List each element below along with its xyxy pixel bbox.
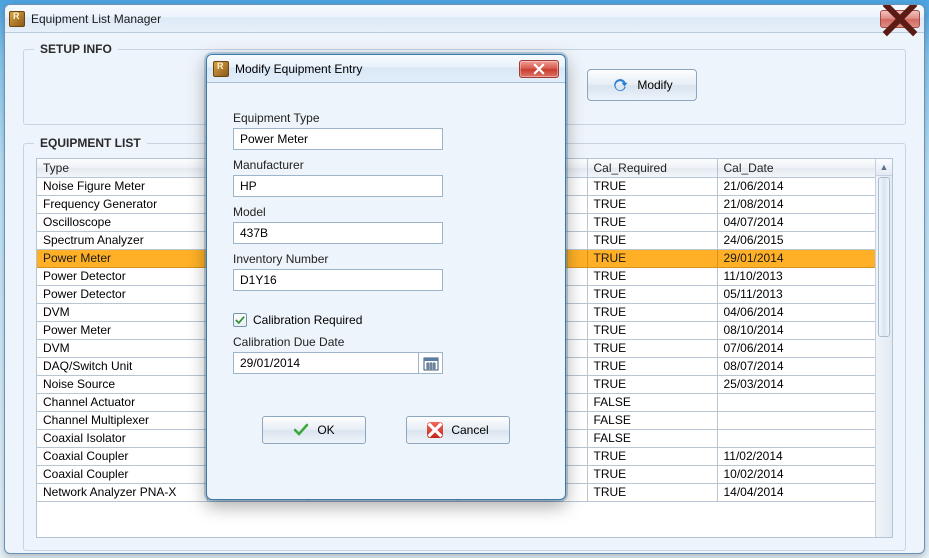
cancel-x-icon: [427, 422, 443, 438]
cell-date[interactable]: 21/06/2014: [717, 177, 892, 195]
refresh-icon: [611, 76, 629, 94]
label-calibration-required: Calibration Required: [253, 313, 362, 327]
cell-date[interactable]: 14/04/2014: [717, 483, 892, 501]
dialog-app-icon: [213, 61, 229, 77]
cell-type[interactable]: DAQ/Switch Unit: [37, 357, 207, 375]
dialog-title: Modify Equipment Entry: [235, 62, 362, 76]
cell-type[interactable]: Channel Multiplexer: [37, 411, 207, 429]
scroll-up-arrow[interactable]: ▲: [876, 159, 892, 176]
grid-scrollbar[interactable]: ▲: [875, 159, 892, 537]
cell-type[interactable]: Coaxial Coupler: [37, 465, 207, 483]
cell-req[interactable]: TRUE: [587, 285, 717, 303]
cell-req[interactable]: TRUE: [587, 303, 717, 321]
col-cal-date[interactable]: Cal_Date: [717, 159, 892, 177]
input-model[interactable]: [233, 222, 443, 244]
cell-req[interactable]: FALSE: [587, 429, 717, 447]
cell-date[interactable]: 11/02/2014: [717, 447, 892, 465]
modify-equipment-dialog: Modify Equipment Entry Equipment Type Ma…: [206, 54, 566, 500]
cell-type[interactable]: Oscilloscope: [37, 213, 207, 231]
equipment-list-title: EQUIPMENT LIST: [34, 136, 147, 150]
cell-req[interactable]: TRUE: [587, 213, 717, 231]
cell-req[interactable]: TRUE: [587, 447, 717, 465]
calendar-icon: [423, 355, 439, 371]
label-manufacturer: Manufacturer: [233, 158, 539, 172]
cell-date[interactable]: 04/07/2014: [717, 213, 892, 231]
cell-date[interactable]: 08/07/2014: [717, 357, 892, 375]
cell-date[interactable]: [717, 393, 892, 411]
cell-req[interactable]: TRUE: [587, 465, 717, 483]
modify-button-label: Modify: [637, 78, 672, 92]
cell-type[interactable]: DVM: [37, 303, 207, 321]
cell-type[interactable]: Coaxial Isolator: [37, 429, 207, 447]
label-equipment-type: Equipment Type: [233, 111, 539, 125]
cell-date[interactable]: 29/01/2014: [717, 249, 892, 267]
cell-req[interactable]: TRUE: [587, 177, 717, 195]
cell-req[interactable]: FALSE: [587, 393, 717, 411]
input-inventory[interactable]: [233, 269, 443, 291]
label-model: Model: [233, 205, 539, 219]
checkmark-icon: [293, 422, 309, 438]
cell-date[interactable]: 24/06/2015: [717, 231, 892, 249]
cell-date[interactable]: [717, 429, 892, 447]
cell-type[interactable]: Noise Figure Meter: [37, 177, 207, 195]
cell-req[interactable]: FALSE: [587, 411, 717, 429]
cell-req[interactable]: TRUE: [587, 339, 717, 357]
cell-req[interactable]: TRUE: [587, 321, 717, 339]
cell-type[interactable]: DVM: [37, 339, 207, 357]
input-calibration-due[interactable]: [233, 352, 419, 374]
cancel-button[interactable]: Cancel: [406, 416, 510, 444]
dialog-close-button[interactable]: [519, 60, 559, 78]
app-icon: [9, 11, 25, 27]
cell-req[interactable]: TRUE: [587, 195, 717, 213]
cell-type[interactable]: Power Meter: [37, 321, 207, 339]
ok-button-label: OK: [317, 423, 334, 437]
cell-type[interactable]: Spectrum Analyzer: [37, 231, 207, 249]
cell-type[interactable]: Frequency Generator: [37, 195, 207, 213]
cell-type[interactable]: Channel Actuator: [37, 393, 207, 411]
cell-req[interactable]: TRUE: [587, 357, 717, 375]
scroll-thumb[interactable]: [878, 177, 890, 337]
cell-date[interactable]: 11/10/2013: [717, 267, 892, 285]
input-equipment-type[interactable]: [233, 128, 443, 150]
titlebar[interactable]: Equipment List Manager: [5, 5, 924, 33]
window-title: Equipment List Manager: [31, 12, 161, 26]
check-icon: [235, 315, 245, 325]
cell-req[interactable]: TRUE: [587, 267, 717, 285]
ok-button[interactable]: OK: [262, 416, 366, 444]
cell-req[interactable]: TRUE: [587, 483, 717, 501]
cell-type[interactable]: Network Analyzer PNA-X: [37, 483, 207, 501]
cell-type[interactable]: Power Detector: [37, 285, 207, 303]
window-close-button[interactable]: [880, 10, 920, 28]
label-calibration-due: Calibration Due Date: [233, 335, 539, 349]
cell-date[interactable]: 07/06/2014: [717, 339, 892, 357]
input-manufacturer[interactable]: [233, 175, 443, 197]
cell-type[interactable]: Power Detector: [37, 267, 207, 285]
cell-type[interactable]: Power Meter: [37, 249, 207, 267]
dialog-titlebar[interactable]: Modify Equipment Entry: [207, 55, 565, 83]
col-cal-required[interactable]: Cal_Required: [587, 159, 717, 177]
cell-req[interactable]: TRUE: [587, 231, 717, 249]
cancel-button-label: Cancel: [451, 423, 488, 437]
label-inventory: Inventory Number: [233, 252, 539, 266]
cell-req[interactable]: TRUE: [587, 375, 717, 393]
cell-date[interactable]: 05/11/2013: [717, 285, 892, 303]
cell-date[interactable]: 21/08/2014: [717, 195, 892, 213]
cell-date[interactable]: 25/03/2014: [717, 375, 892, 393]
col-type[interactable]: Type: [37, 159, 207, 177]
cell-date[interactable]: 04/06/2014: [717, 303, 892, 321]
calendar-picker-button[interactable]: [419, 352, 443, 374]
cell-date[interactable]: 10/02/2014: [717, 465, 892, 483]
cell-type[interactable]: Coaxial Coupler: [37, 447, 207, 465]
cell-date[interactable]: 08/10/2014: [717, 321, 892, 339]
modify-button[interactable]: Modify: [587, 69, 697, 101]
checkbox-calibration-required[interactable]: [233, 313, 247, 327]
setup-info-title: SETUP INFO: [34, 42, 118, 56]
cell-type[interactable]: Noise Source: [37, 375, 207, 393]
cell-req[interactable]: TRUE: [587, 249, 717, 267]
cell-date[interactable]: [717, 411, 892, 429]
